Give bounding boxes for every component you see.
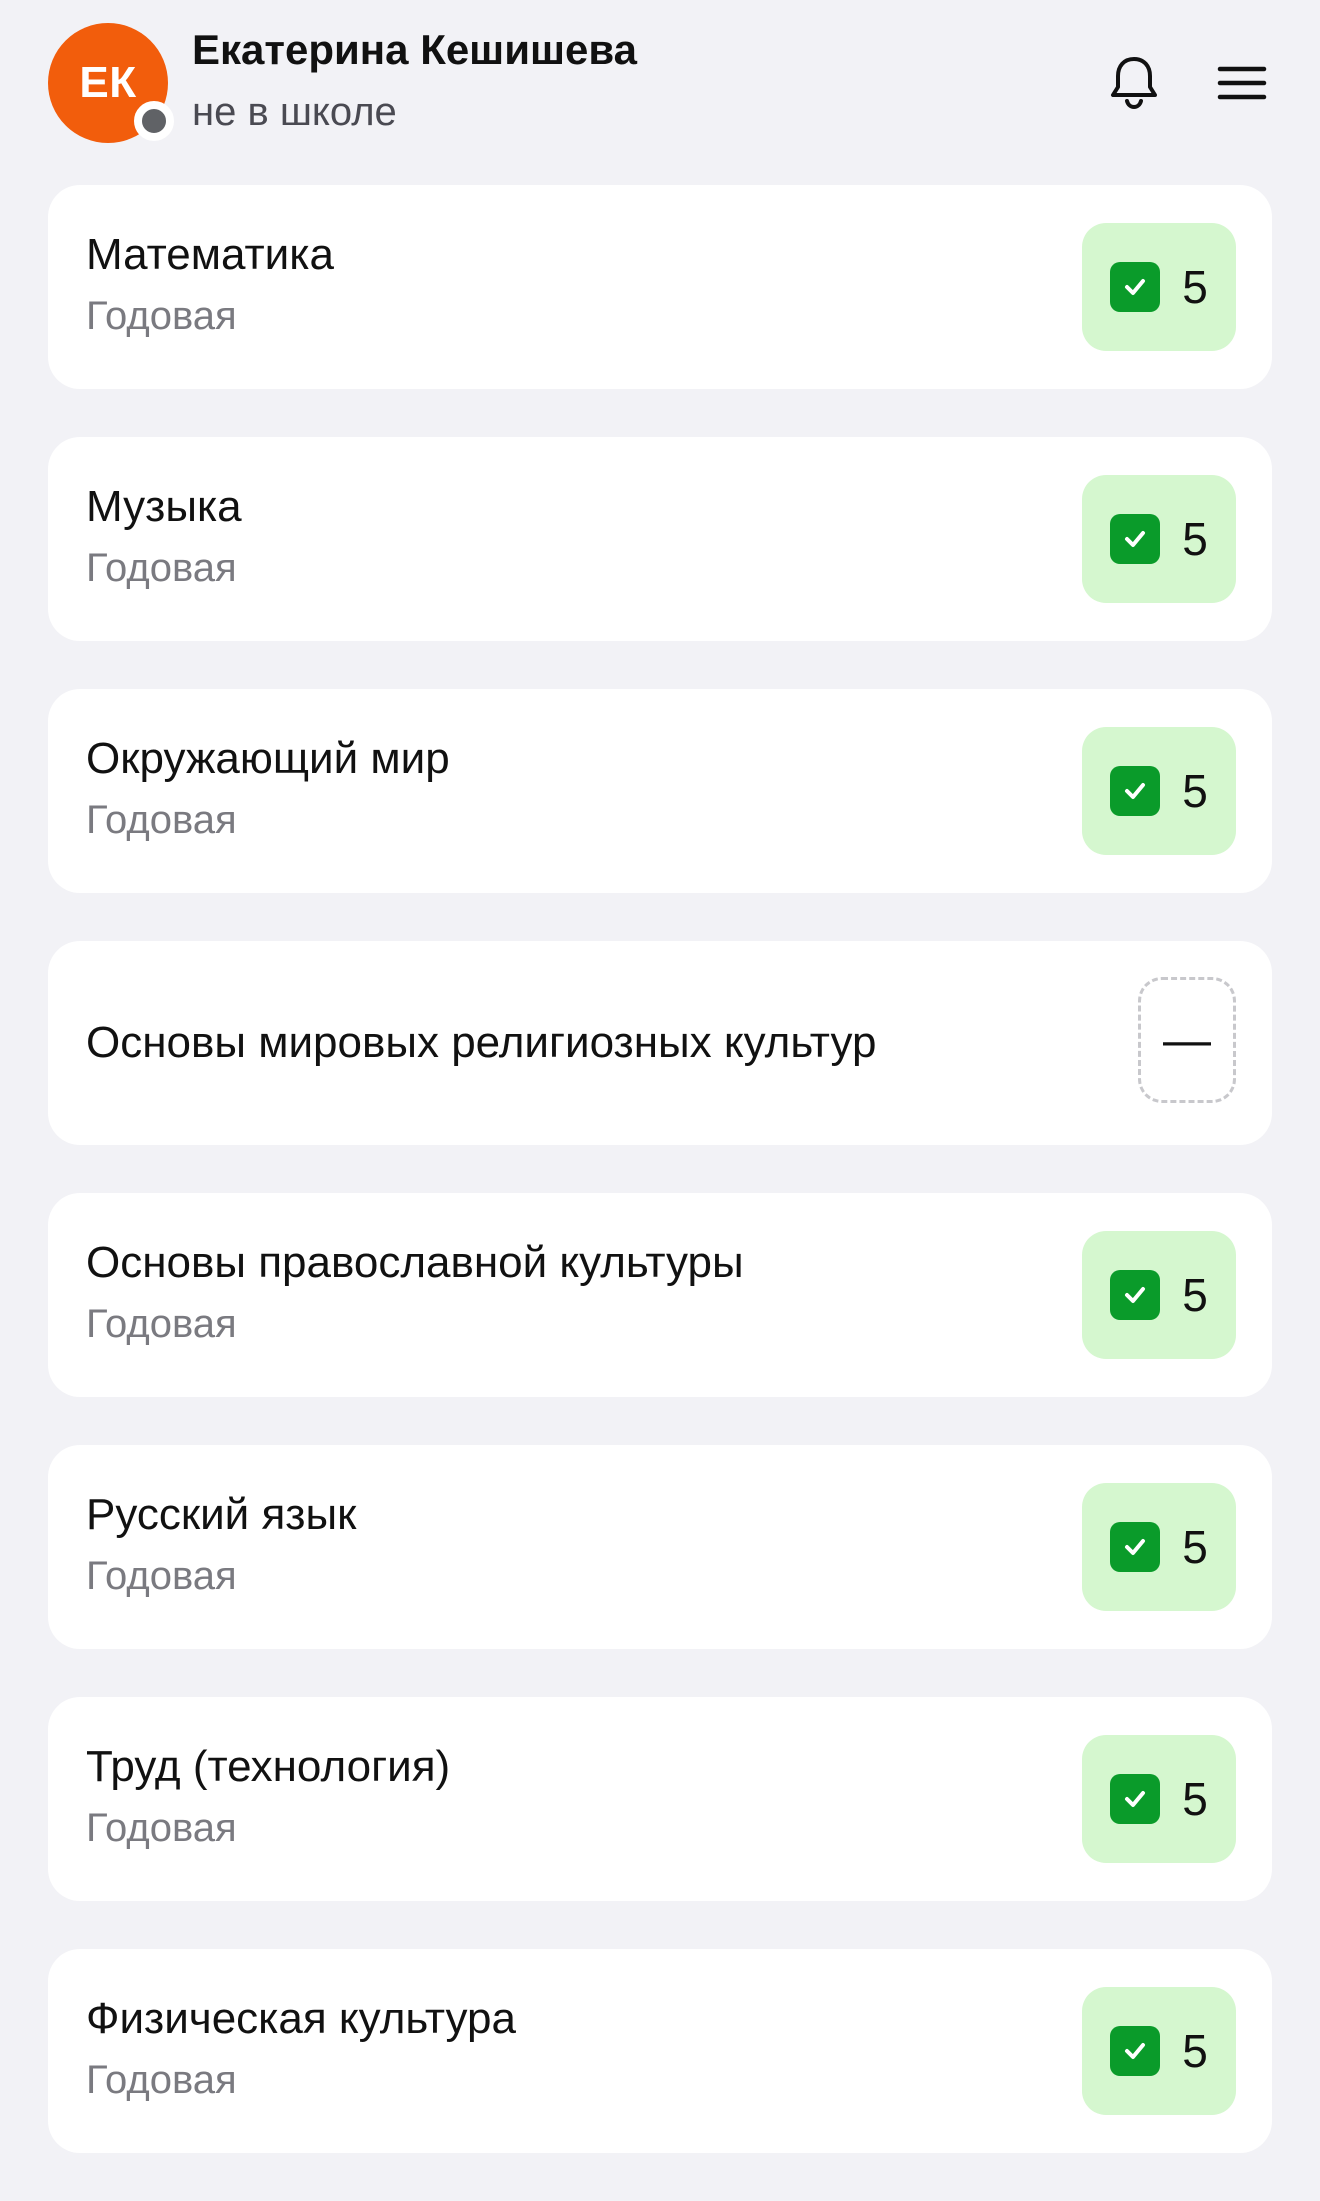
user-status: не в школе [192,90,397,134]
grade-value: 5 [1182,1521,1208,1573]
grade-badge[interactable]: 5 [1082,727,1236,855]
subject-name: Труд (технология) [86,1742,451,1791]
subject-card[interactable]: Математика Годовая 5 [48,185,1272,389]
subject-card[interactable]: Музыка Годовая 5 [48,437,1272,641]
grade-value: 5 [1182,765,1208,817]
grade-period: Годовая [86,1805,237,1850]
subject-name: Основы православной культуры [86,1238,744,1287]
grade-empty-placeholder[interactable]: — [1138,977,1236,1103]
check-icon [1110,1774,1161,1824]
grade-value: 5 [1182,1773,1208,1825]
notifications-button[interactable] [1106,52,1162,112]
grade-badge[interactable]: 5 [1082,1987,1236,2115]
subject-name: Основы мировых религиозных культур [86,1017,877,1067]
check-icon [1110,1270,1161,1320]
menu-button[interactable] [1214,58,1270,108]
subject-name: Русский язык [86,1490,357,1539]
subject-name: Математика [86,230,334,279]
grade-period: Годовая [86,797,237,842]
grade-value: 5 [1182,513,1208,565]
subject-card[interactable]: Физическая культура Годовая 5 [48,1949,1272,2153]
presence-status-dot [134,101,174,141]
grade-badge[interactable]: 5 [1082,1483,1236,1611]
bell-icon [1111,57,1157,110]
grade-period: Годовая [86,1301,237,1346]
subject-card[interactable]: Труд (технология) Годовая 5 [48,1697,1272,1901]
subject-name: Физическая культура [86,1994,516,2043]
grade-period: Годовая [86,1553,237,1598]
profile-header: ЕК Екатерина Кешишева не в школе [0,0,1320,180]
grade-value: 5 [1182,261,1208,313]
grades-list: Математика Годовая 5 Музыка Годовая 5 Ок… [48,185,1272,2201]
check-icon [1110,514,1161,564]
check-icon [1110,262,1161,312]
grade-period: Годовая [86,293,237,338]
grade-value: 5 [1182,1269,1208,1321]
hamburger-menu-icon [1217,66,1267,100]
check-icon [1110,2026,1161,2076]
subject-card[interactable]: Окружающий мир Годовая 5 [48,689,1272,893]
grade-badge[interactable]: 5 [1082,475,1236,603]
subject-name: Окружающий мир [86,734,450,783]
check-icon [1110,1522,1161,1572]
grade-badge[interactable]: 5 [1082,1735,1236,1863]
grade-badge[interactable]: 5 [1082,1231,1236,1359]
subject-card[interactable]: Основы православной культуры Годовая 5 [48,1193,1272,1397]
grade-value: 5 [1182,2025,1208,2077]
grade-period: Годовая [86,2057,237,2102]
grade-badge[interactable]: 5 [1082,223,1236,351]
subject-card[interactable]: Русский язык Годовая 5 [48,1445,1272,1649]
grade-period: Годовая [86,545,237,590]
check-icon [1110,766,1161,816]
subject-name: Музыка [86,482,242,531]
subject-card[interactable]: Основы мировых религиозных культур — [48,941,1272,1145]
user-name[interactable]: Екатерина Кешишева [192,26,637,74]
